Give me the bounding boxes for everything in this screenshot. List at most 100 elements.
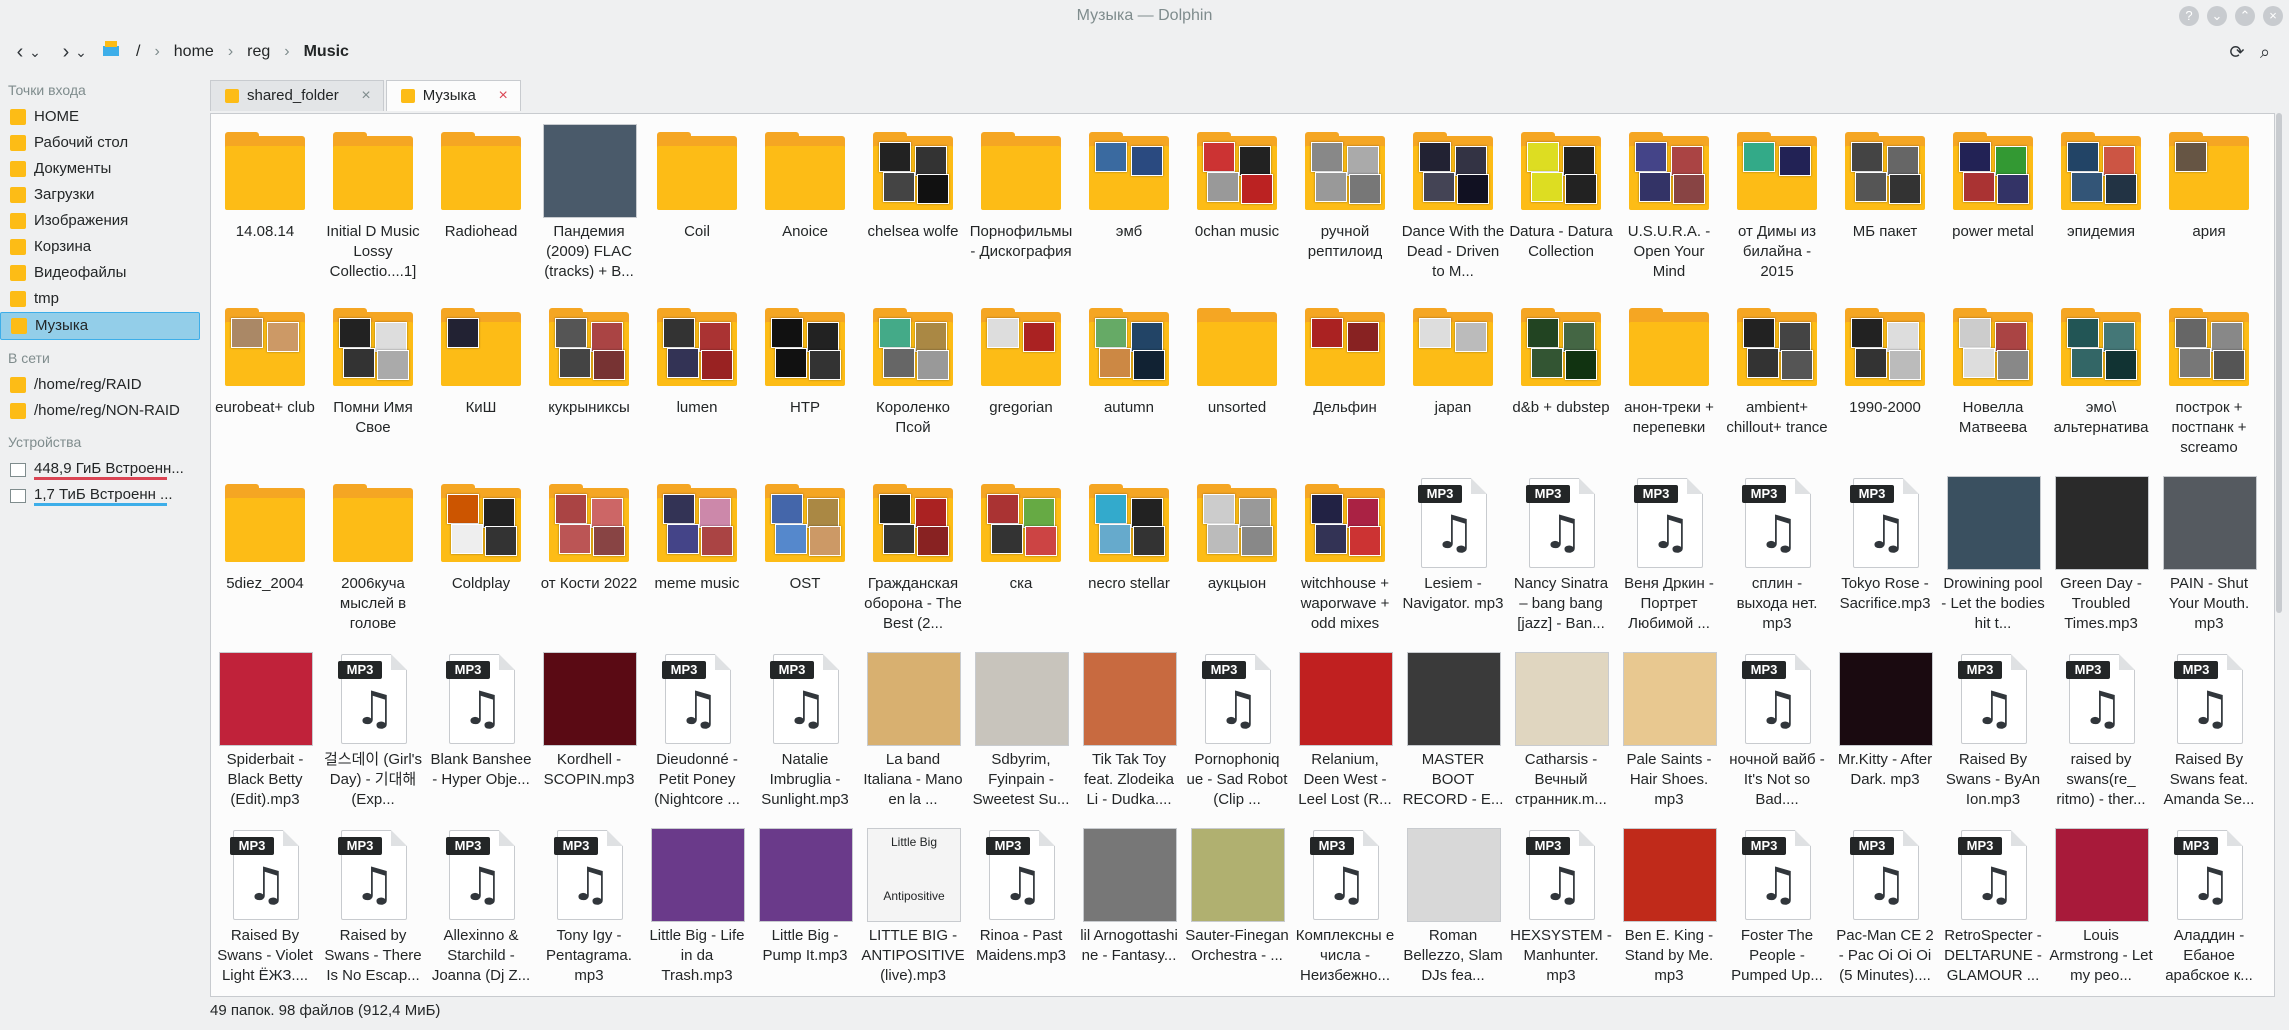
- sidebar-item[interactable]: Видеофайлы: [0, 260, 200, 286]
- file-item[interactable]: MP3 ♫ Pornophoniq ue - Sad Robot (Clip ...: [1183, 650, 1291, 826]
- folder-item[interactable]: Помни Имя Свое: [319, 298, 427, 474]
- file-item[interactable]: MP3 ♫ сплин - выхода нет. mp3: [1723, 474, 1831, 650]
- folder-item[interactable]: U.S.U.R.A. - Open Your Mind: [1615, 122, 1723, 298]
- file-item[interactable]: Little Big - Life in da Trash.mp3: [643, 826, 751, 996]
- file-item[interactable]: MP3 ♫ HEXSYSTEM - Manhunter. mp3: [1507, 826, 1615, 996]
- file-item[interactable]: MP3 ♫ Rinoa - Past Maidens.mp3: [967, 826, 1075, 996]
- file-item[interactable]: MP3 ♫ Tokyo Rose - Sacrifice.mp3: [1831, 474, 1939, 650]
- back-history-button[interactable]: ⌄: [28, 38, 42, 66]
- folder-item[interactable]: japan: [1399, 298, 1507, 474]
- file-item[interactable]: MP3 ♫ Lesiem - Navigator. mp3: [1399, 474, 1507, 650]
- file-item[interactable]: MP3 ♫ Аладдин - Ебаное арабское к...: [2155, 826, 2263, 996]
- file-item[interactable]: MP3 ♫ Nancy Sinatra – bang bang [jazz] - B…: [1507, 474, 1615, 650]
- folder-item[interactable]: lumen: [643, 298, 751, 474]
- folder-item[interactable]: ска: [967, 474, 1075, 650]
- sidebar-item[interactable]: Музыка: [0, 312, 200, 340]
- folder-item[interactable]: Dance With the Dead - Driven to M...: [1399, 122, 1507, 298]
- file-item[interactable]: Ben E. King - Stand by Me. mp3: [1615, 826, 1723, 996]
- folder-item[interactable]: autumn: [1075, 298, 1183, 474]
- file-item[interactable]: Mr.Kitty - After Dark. mp3: [1831, 650, 1939, 826]
- file-item[interactable]: Roman Bellezzo, Slam DJs fea...: [1399, 826, 1507, 996]
- breadcrumb-current[interactable]: Music: [304, 43, 349, 61]
- folder-item[interactable]: OST: [751, 474, 859, 650]
- scrollbar[interactable]: [2273, 113, 2285, 995]
- folder-item[interactable]: ария: [2155, 122, 2263, 298]
- folder-item[interactable]: 1990-2000: [1831, 298, 1939, 474]
- folder-item[interactable]: МБ пакет: [1831, 122, 1939, 298]
- sidebar-item-device[interactable]: 448,9 ГиБ Встроенн...: [0, 456, 200, 482]
- forward-history-button[interactable]: ⌄: [74, 38, 88, 66]
- file-item[interactable]: MP3 ♫ Allexinno & Starchild - Joanna (Dj Z…: [427, 826, 535, 996]
- folder-item[interactable]: построк + постпанк + screamo: [2155, 298, 2263, 474]
- folder-item[interactable]: Дельфин: [1291, 298, 1399, 474]
- folder-item[interactable]: кукрыниксы: [535, 298, 643, 474]
- folder-item[interactable]: gregorian: [967, 298, 1075, 474]
- folder-item[interactable]: chelsea wolfe: [859, 122, 967, 298]
- file-item[interactable]: MP3 ♫ Raised by Swans - There Is No Escap.…: [319, 826, 427, 996]
- sidebar-item[interactable]: Рабочий стол: [0, 130, 200, 156]
- file-item[interactable]: Sdbyrim, Fyinpain - Sweetest Su...: [967, 650, 1075, 826]
- file-item[interactable]: MP3 ♫ raised by swans(re_ ritmo) - ther...: [2047, 650, 2155, 826]
- file-item[interactable]: MP3 ♫ Raised By Swans feat. Amanda Se...: [2155, 650, 2263, 826]
- maximize-button[interactable]: ⌃: [2235, 6, 2255, 26]
- folder-item[interactable]: НТР: [751, 298, 859, 474]
- close-tab-icon[interactable]: ×: [361, 81, 370, 111]
- sidebar-item[interactable]: Изображения: [0, 208, 200, 234]
- breadcrumb-home[interactable]: home: [174, 43, 214, 61]
- folder-item[interactable]: eurobeat+ club: [211, 298, 319, 474]
- folder-item[interactable]: d&b + dubstep: [1507, 298, 1615, 474]
- folder-item[interactable]: Порнофильмы - Дискография: [967, 122, 1075, 298]
- file-item[interactable]: MP3 ♫ Raised By Swans - Violet Light ЁЖЗ..…: [211, 826, 319, 996]
- breadcrumb-root[interactable]: /: [136, 43, 140, 61]
- folder-item[interactable]: unsorted: [1183, 298, 1291, 474]
- folder-item[interactable]: ручной рептилоид: [1291, 122, 1399, 298]
- folder-item[interactable]: эмо\ альтернатива: [2047, 298, 2155, 474]
- file-item[interactable]: Tik Tak Toy feat. Zlodeika Li - Dudka...…: [1075, 650, 1183, 826]
- folder-item[interactable]: анон-треки + перепевки: [1615, 298, 1723, 474]
- sidebar-item[interactable]: Загрузки: [0, 182, 200, 208]
- folder-item[interactable]: от Кости 2022: [535, 474, 643, 650]
- sidebar-item-device[interactable]: 1,7 ТиБ Встроенн ...: [0, 482, 200, 508]
- file-item[interactable]: MASTER BOOT RECORD - E...: [1399, 650, 1507, 826]
- tab-music[interactable]: Музыка ×: [385, 80, 521, 111]
- sidebar-item[interactable]: /home/reg/RAID: [0, 372, 200, 398]
- sidebar-item[interactable]: Документы: [0, 156, 200, 182]
- sidebar-item[interactable]: /home/reg/NON-RAID: [0, 398, 200, 424]
- file-item[interactable]: MP3 ♫ Foster The People - Pumped Up...: [1723, 826, 1831, 996]
- file-item[interactable]: MP3 ♫ Pac-Man CE 2 - Pac Oi Oi Oi (5 Minut…: [1831, 826, 1939, 996]
- folder-item[interactable]: эпидемия: [2047, 122, 2155, 298]
- folder-item[interactable]: Новелла Матвеева: [1939, 298, 2047, 474]
- folder-item[interactable]: от Димы из билайна - 2015: [1723, 122, 1831, 298]
- sidebar-item[interactable]: HOME: [0, 104, 200, 130]
- file-item[interactable]: MP3 ♫ Dieudonné - Petit Poney (Nightcore .…: [643, 650, 751, 826]
- folder-item[interactable]: 2006куча мыслей в голове: [319, 474, 427, 650]
- folder-item[interactable]: 0chan music: [1183, 122, 1291, 298]
- folder-item[interactable]: power metal: [1939, 122, 2047, 298]
- file-item[interactable]: Little Big - Pump It.mp3: [751, 826, 859, 996]
- file-item[interactable]: Little Big Antipositive LITTLE BIG - ANTIP…: [859, 826, 967, 996]
- back-button[interactable]: ‹: [10, 38, 30, 66]
- folder-item[interactable]: ambient+ chillout+ trance: [1723, 298, 1831, 474]
- folder-item[interactable]: Datura - Datura Collection: [1507, 122, 1615, 298]
- file-item[interactable]: MP3 ♫ Комплексны е числа - Неизбежно...: [1291, 826, 1399, 996]
- file-item[interactable]: MP3 ♫ 걸스데이 (Girl's Day) - 기대해 (Exp...: [319, 650, 427, 826]
- scrollbar-thumb[interactable]: [2276, 113, 2282, 613]
- close-tab-icon[interactable]: ×: [498, 81, 507, 111]
- file-item[interactable]: La band Italiana - Mano en la ...: [859, 650, 967, 826]
- file-item[interactable]: Spiderbait - Black Betty (Edit).mp3: [211, 650, 319, 826]
- folder-item[interactable]: 14.08.14: [211, 122, 319, 298]
- file-item[interactable]: Sauter-Finegan Orchestra - ...: [1183, 826, 1291, 996]
- folder-item[interactable]: Radiohead: [427, 122, 535, 298]
- places-icon[interactable]: [100, 38, 122, 66]
- folder-item[interactable]: Initial D Music Lossy Collectio....1]: [319, 122, 427, 298]
- refresh-icon[interactable]: ⟳: [2226, 38, 2248, 66]
- minimize-button[interactable]: ⌄: [2207, 6, 2227, 26]
- file-item[interactable]: MP3 ♫ Blank Banshee - Hyper Obje...: [427, 650, 535, 826]
- file-item[interactable]: MP3 ♫ Веня Дркин - Портрет Любимой ...: [1615, 474, 1723, 650]
- file-item[interactable]: MP3 ♫ Raised By Swans - ByAn Ion.mp3: [1939, 650, 2047, 826]
- file-item[interactable]: Relanium, Deen West - Leel Lost (R...: [1291, 650, 1399, 826]
- folder-item[interactable]: КиШ: [427, 298, 535, 474]
- file-item[interactable]: Catharsis - Вечный странник.m...: [1507, 650, 1615, 826]
- file-item[interactable]: MP3 ♫ Natalie Imbruglia - Sunlight.mp3: [751, 650, 859, 826]
- folder-item[interactable]: witchhouse + waporwave + odd mixes: [1291, 474, 1399, 650]
